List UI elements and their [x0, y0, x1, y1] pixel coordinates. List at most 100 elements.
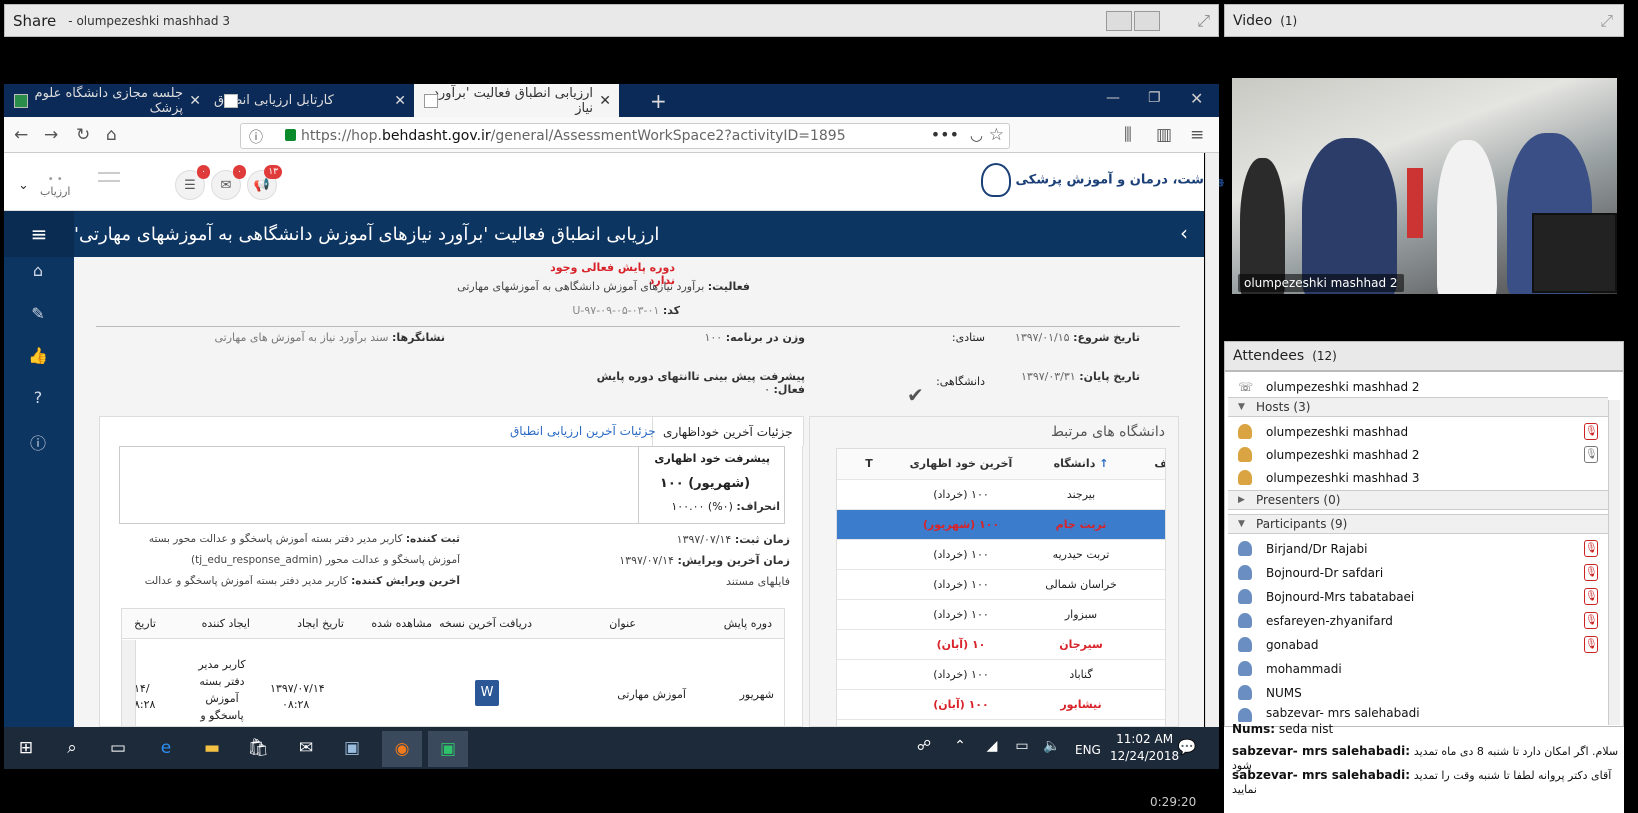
notification-icon[interactable]: 💬 [1175, 738, 1199, 760]
file-explorer-icon[interactable]: ▬ [200, 738, 224, 760]
col-header[interactable]: تاریخ [134, 617, 156, 630]
list-item[interactable]: gonabad 🎙 [1228, 633, 1608, 656]
group-label: Presenters (0) [1256, 493, 1341, 507]
app-green-icon[interactable]: ▣ [428, 731, 468, 767]
battery-icon[interactable]: ▭ [1010, 738, 1034, 760]
star-icon[interactable]: ☆ [989, 125, 1004, 145]
table-row[interactable]: ۶سیرجان۱۰ (آبان) [837, 629, 1165, 660]
tab-self-report[interactable]: جزئیات آخرین خوداظهاری [652, 416, 804, 446]
volume-icon[interactable]: 🔈 [1040, 738, 1064, 760]
close-icon[interactable]: ✕ [599, 93, 611, 109]
search-icon[interactable]: ⌕ [60, 738, 84, 760]
group-participants[interactable]: ▼ Participants (9) [1228, 514, 1608, 534]
col-header[interactable]: T [837, 449, 901, 480]
scrollbar[interactable] [122, 640, 136, 726]
new-tab-icon[interactable]: + [650, 89, 667, 113]
sidebar-toggle-icon[interactable]: ▥ [1156, 125, 1172, 145]
more-icon[interactable]: ••• [931, 125, 959, 144]
window-close-icon[interactable]: ✕ [1190, 89, 1203, 108]
close-icon[interactable]: ✕ [394, 93, 406, 109]
network-icon[interactable]: ◢ [980, 738, 1004, 760]
indicators-value: سند برآورد نیاز به آموزش های مهارتی [214, 331, 389, 344]
clock[interactable]: 11:02 AM 12/24/2018 [1110, 731, 1179, 765]
lang-indicator[interactable]: ENG [1075, 743, 1101, 757]
table-row[interactable]: ۳تربت حیدریه۱۰۰ (خرداد) [837, 539, 1165, 570]
edge-icon[interactable]: e [154, 738, 178, 760]
col-header[interactable]: دریافت آخرین نسخه [439, 617, 532, 630]
tab-virtual-meeting[interactable]: جلسه مجازی دانشگاه علوم پزشک ✕ [4, 84, 209, 117]
table-row-selected[interactable]: ۲تربت جام۱۰۰ (شهریور) [837, 509, 1165, 540]
col-header[interactable]: تاریخ ایجاد [297, 617, 344, 630]
chevron-right-icon[interactable]: › [1180, 221, 1188, 245]
windows-start-icon[interactable]: ⊞ [14, 738, 38, 760]
fullscreen-icon[interactable]: ⤢ [1600, 11, 1613, 31]
forward-icon[interactable]: → [44, 125, 58, 145]
table-row[interactable]: شهریور آموزش مهارتی W ۱۳۹۷/۰۷/۱۴ ۰۸:۲۸ ک… [122, 640, 784, 726]
user-menu[interactable]: ⌄ • • ارزیاب [18, 174, 70, 198]
table-row[interactable]: ۷گناباد۱۰۰ (خرداد) [837, 659, 1165, 690]
attendees-scrollbar[interactable] [1608, 400, 1620, 725]
tab-kartabl[interactable]: کارتابل ارزیابی انطباق ✕ [214, 84, 414, 117]
table-row[interactable]: ۸نیشابور۱۰۰ (آبان) [837, 689, 1165, 720]
list-item[interactable]: Bojnourd-Dr safdari 🎙 [1228, 561, 1608, 584]
menu-icon[interactable]: ≡ [1190, 125, 1204, 145]
info-icon[interactable]: ⓘ [249, 127, 263, 147]
tab-assessment[interactable]: ارزیابی انطباق فعالیت 'برآورد نیاز ✕ [414, 84, 619, 117]
col-header[interactable]: آخرین خود اظهاری [901, 449, 1021, 480]
thumbs-up-icon[interactable]: 👍 [26, 346, 50, 370]
list-item[interactable]: Birjand/Dr Rajabi 🎙 [1228, 537, 1608, 560]
home-icon[interactable]: ⌂ [106, 125, 117, 145]
back-icon[interactable]: ← [14, 125, 28, 145]
home-icon[interactable]: ⌂ [26, 261, 50, 285]
list-item[interactable]: sabzevar- mrs salehabadi [1228, 704, 1608, 722]
table-row[interactable]: ۴خراسان شمالی۱۰۰ (خرداد) [837, 569, 1165, 600]
col-header[interactable]: ↑ دانشگاه [1021, 449, 1141, 480]
people-icon[interactable]: ☍ [912, 738, 936, 760]
list-item[interactable]: olumpezeshki mashhad 🎙 [1228, 420, 1608, 443]
indicators-label: نشانگرها: [392, 331, 445, 344]
list-item[interactable]: NUMS [1228, 681, 1608, 704]
col-header[interactable]: دوره پایش [724, 617, 772, 630]
list-item[interactable]: olumpezeshki mashhad 3 [1228, 466, 1608, 489]
hamburger-icon[interactable]: ≡ [4, 211, 74, 257]
tab-compliance[interactable]: جزئیات آخرین ارزیابی انطباق [500, 416, 666, 446]
col-header[interactable]: عنوان [609, 617, 636, 630]
library-icon[interactable]: ⫼ [1124, 125, 1132, 145]
list-item[interactable]: mohammadi [1228, 657, 1608, 680]
my-status[interactable]: ☏ olumpezeshki mashhad 2 [1228, 375, 1608, 398]
pocket-icon[interactable]: ◡ [970, 126, 983, 144]
col-header[interactable]: مشاهده شده [371, 617, 432, 630]
layout-alt-icon[interactable] [1134, 11, 1160, 31]
restore-icon[interactable]: ❐ [1148, 90, 1161, 106]
table-row[interactable]: ۱بیرجند۱۰۰ (خرداد) [837, 479, 1165, 510]
list-notification-button[interactable]: ☰ ۰ [175, 165, 210, 200]
table-row[interactable]: ۵سبزوار۱۰۰ (خرداد) [837, 599, 1165, 630]
store-icon[interactable]: 🛍 [246, 738, 270, 760]
list-item[interactable]: esfareyen-zhyanifard 🎙 [1228, 609, 1608, 632]
announcement-button[interactable]: 📢 ۱۳ [247, 165, 282, 200]
info-icon[interactable]: ⓘ [26, 430, 50, 454]
list-item[interactable]: Bojnourd-Mrs tabatabaei 🎙 [1228, 585, 1608, 608]
minimize-icon[interactable]: — [1106, 90, 1120, 106]
group-presenters[interactable]: ▶ Presenters (0) [1228, 490, 1608, 510]
url-bar[interactable]: ⓘ https://hop. behdasht.gov.ir/general/As… [240, 123, 1010, 149]
col-header[interactable]: ردیف [1141, 449, 1165, 480]
list-item[interactable]: olumpezeshki mashhad 2 🎙 [1228, 443, 1608, 466]
mail-icon[interactable]: ✉ [294, 738, 318, 760]
edit-icon[interactable]: ✎ [26, 304, 50, 328]
word-file-icon[interactable]: W [475, 680, 499, 706]
fullscreen-icon[interactable]: ⤢ [1197, 11, 1210, 31]
layout-icon[interactable] [1106, 11, 1132, 31]
registrar-value: کاربر مدیر دفتر بسته آموزش پاسخگو و عدال… [148, 533, 403, 545]
chevron-up-icon[interactable]: ⌃ [948, 738, 972, 760]
reload-icon[interactable]: ↻ [76, 125, 90, 145]
firefox-icon[interactable]: ◉ [382, 731, 422, 767]
col-header[interactable]: ایجاد کننده [202, 617, 250, 630]
close-icon[interactable]: ✕ [189, 93, 201, 109]
page-scrollbar[interactable] [1205, 153, 1219, 727]
task-view-icon[interactable]: ▭ [106, 738, 130, 760]
group-hosts[interactable]: ▼ Hosts (3) [1228, 397, 1608, 417]
help-icon[interactable]: ? [26, 388, 50, 412]
mail-notification-button[interactable]: ✉ ۰ [211, 165, 246, 200]
app-icon[interactable]: ▣ [340, 738, 364, 760]
